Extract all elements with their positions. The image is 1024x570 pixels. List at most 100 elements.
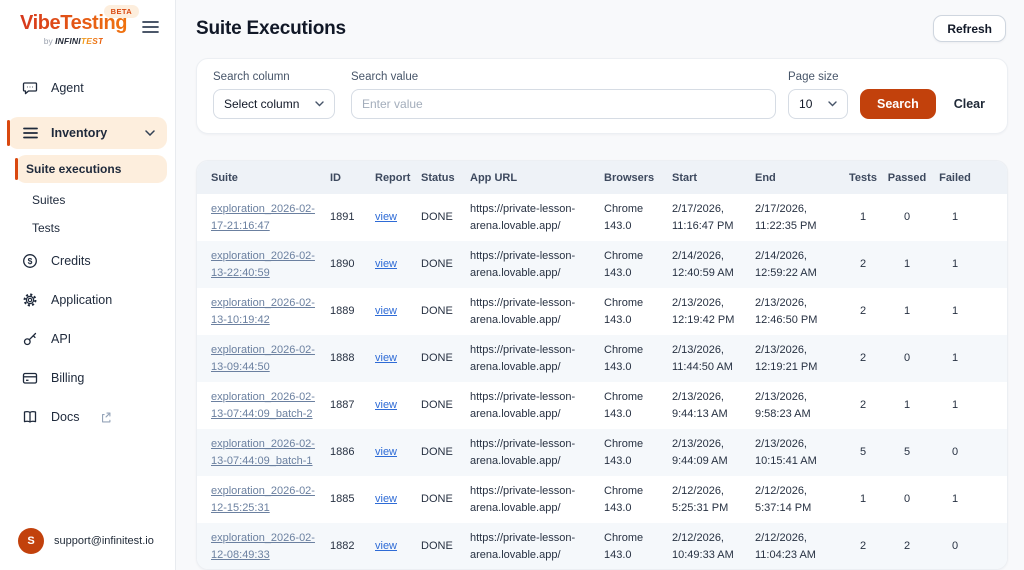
sidebar: BETA VibeTesting by INFINITEST Agent Inv… [0,0,176,570]
brand-byline: by INFINITEST [20,36,127,46]
cell-start: 2/13/2026, 9:44:09 AM [672,438,728,467]
main-content: Suite Executions Refresh Search column S… [176,0,1024,570]
sidebar-collapse-button[interactable] [140,18,161,36]
column-header-failed[interactable]: Failed [931,161,979,194]
logo[interactable]: BETA VibeTesting by INFINITEST [20,5,140,46]
column-header-status[interactable]: Status [421,161,470,194]
report-view-link[interactable]: view [375,258,397,270]
report-view-link[interactable]: view [375,493,397,505]
suite-link[interactable]: exploration_2026-02-13-22:40:59 [211,250,315,279]
search-value-input[interactable] [351,89,777,119]
search-button[interactable]: Search [860,89,936,119]
cell-app-url: https://private-lesson-arena.lovable.app… [470,250,576,279]
cell-start: 2/13/2026, 11:44:50 AM [672,344,733,373]
sidebar-item-label: Billing [51,371,85,385]
report-view-link[interactable]: view [375,352,397,364]
cell-suite: exploration_2026-02-12-08:49:33 [197,523,330,569]
column-header-browsers[interactable]: Browsers [604,161,672,194]
cell-id: 1889 [330,305,355,318]
column-header-id[interactable]: ID [330,161,375,194]
table-row: exploration_2026-02-13-07:44:09_batch-2 … [197,382,1007,429]
sidebar-item-application[interactable]: Application [0,285,175,315]
executions-table-card: Suite ID Report Status App URL Browsers … [196,160,1008,570]
cell-spacer [979,476,1007,523]
suite-link[interactable]: exploration_2026-02-13-10:19:42 [211,297,315,326]
column-header-report[interactable]: Report [375,161,421,194]
cell-id: 1886 [330,446,355,459]
cell-app-url: https://private-lesson-arena.lovable.app… [470,203,576,232]
suite-link[interactable]: exploration_2026-02-13-07:44:09_batch-2 [211,391,315,420]
cell-spacer [979,288,1007,335]
clear-button[interactable]: Clear [948,89,991,119]
suite-link[interactable]: exploration_2026-02-12-08:49:33 [211,532,315,561]
cell-failed: 0 [951,446,959,459]
cell-report: view [375,335,421,382]
sidebar-item-billing[interactable]: Billing [0,363,175,393]
cell-browsers: Chrome 143.0 [604,438,644,467]
cell-end: 2/14/2026, 12:59:22 AM [755,250,817,279]
cell-tests: 5 [859,446,867,459]
external-link-icon [100,412,111,423]
sidebar-item-inventory[interactable]: Inventory [7,117,167,149]
cell-status: DONE [421,493,453,506]
suite-link[interactable]: exploration_2026-02-17-21:16:47 [211,203,315,232]
cell-failed: 1 [951,211,959,224]
sidebar-item-tests[interactable]: Tests [0,215,175,241]
table-row: exploration_2026-02-13-09:44:50 1888 vie… [197,335,1007,382]
report-view-link[interactable]: view [375,540,397,552]
cell-spacer [979,429,1007,476]
cell-status: DONE [421,352,453,365]
suite-link[interactable]: exploration_2026-02-13-07:44:09_batch-1 [211,438,315,467]
sidebar-item-label: Suites [32,193,66,207]
cell-tests: 1 [859,493,867,506]
table-row: exploration_2026-02-13-22:40:59 1890 vie… [197,241,1007,288]
sidebar-item-label: Tests [32,221,61,235]
cell-spacer [979,194,1007,241]
cell-end: 2/12/2026, 11:04:23 AM [755,532,816,561]
sidebar-footer[interactable]: S support@infinitest.io [0,516,175,570]
filter-actions: Page size 10 Search Clear [788,71,991,119]
suite-link[interactable]: exploration_2026-02-12-15:25:31 [211,485,315,514]
cell-app-url: https://private-lesson-arena.lovable.app… [470,391,576,420]
sidebar-item-api[interactable]: API [0,324,175,354]
page-size-label: Page size [788,71,839,83]
cell-status: DONE [421,399,453,412]
cell-status: DONE [421,540,453,553]
main-header: Suite Executions Refresh [176,0,1024,50]
sidebar-item-credits[interactable]: $ Credits [0,246,175,276]
report-view-link[interactable]: view [375,399,397,411]
cell-browsers: Chrome 143.0 [604,391,644,420]
report-view-link[interactable]: view [375,446,397,458]
sidebar-item-label: Suite executions [26,162,122,176]
sidebar-item-suites[interactable]: Suites [0,187,175,213]
byline-infini: INFINI [55,36,81,46]
cell-spacer [979,335,1007,382]
cell-passed: 1 [903,399,911,412]
report-view-link[interactable]: view [375,305,397,317]
column-header-app-url[interactable]: App URL [470,161,604,194]
cell-suite: exploration_2026-02-13-10:19:42 [197,288,330,335]
refresh-button[interactable]: Refresh [933,15,1006,42]
sidebar-item-docs[interactable]: Docs [0,402,175,432]
report-view-link[interactable]: view [375,211,397,223]
list-icon [22,125,38,141]
sidebar-item-agent[interactable]: Agent [0,73,175,103]
cell-end: 2/13/2026, 10:15:41 AM [755,438,817,467]
svg-text:$: $ [28,256,33,266]
search-column-select[interactable]: Select column [213,89,335,119]
avatar[interactable]: S [18,528,44,554]
page-size-select[interactable]: 10 [788,89,849,119]
cell-suite: exploration_2026-02-13-07:44:09_batch-1 [197,429,330,476]
cell-end: 2/12/2026, 5:37:14 PM [755,485,812,514]
credit-card-icon [22,370,38,386]
column-header-passed[interactable]: Passed [883,161,931,194]
cell-tests: 2 [859,540,867,553]
column-header-start[interactable]: Start [672,161,755,194]
column-header-end[interactable]: End [755,161,843,194]
column-header-tests[interactable]: Tests [843,161,883,194]
cell-passed: 1 [903,258,911,271]
suite-link[interactable]: exploration_2026-02-13-09:44:50 [211,344,315,373]
logo-row: BETA VibeTesting by INFINITEST [0,0,175,46]
sidebar-item-suite-executions[interactable]: Suite executions [15,155,167,183]
column-header-suite[interactable]: Suite [197,161,330,194]
